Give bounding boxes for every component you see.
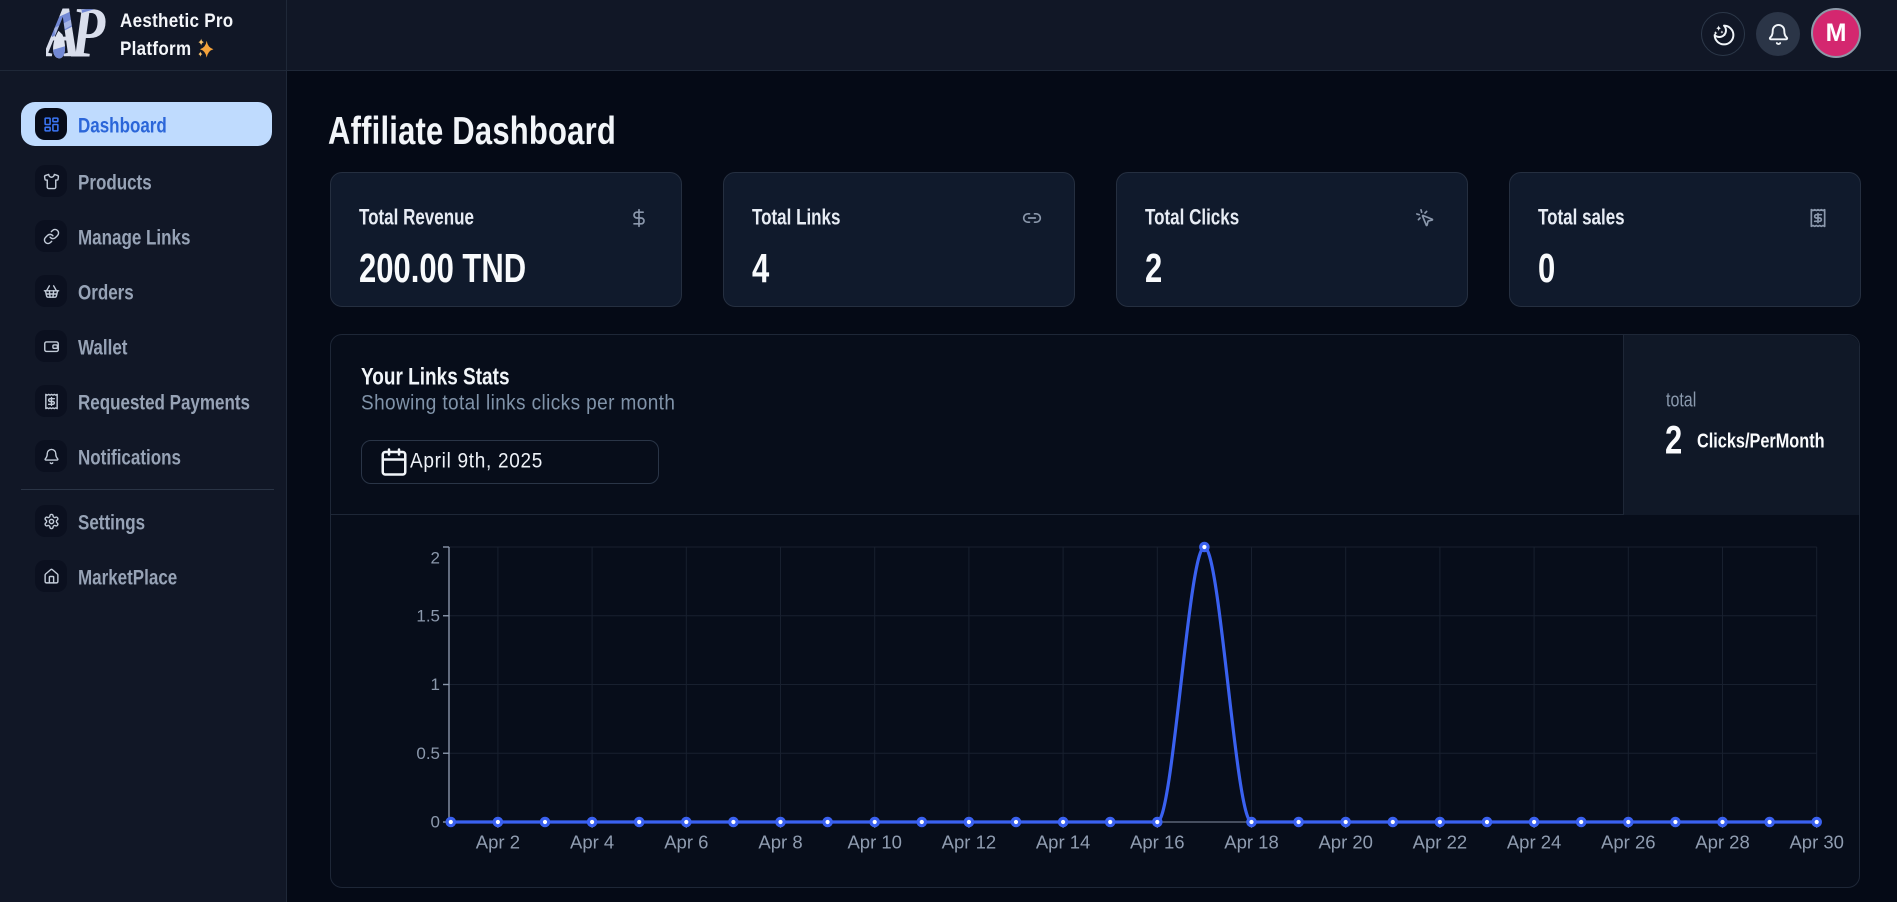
svg-text:Apr 24: Apr 24 <box>1507 832 1562 853</box>
svg-text:Apr 6: Apr 6 <box>664 832 708 853</box>
svg-text:Apr 12: Apr 12 <box>942 832 997 853</box>
svg-text:Apr 22: Apr 22 <box>1413 832 1468 853</box>
svg-text:Apr 18: Apr 18 <box>1224 832 1279 853</box>
svg-text:Apr 10: Apr 10 <box>847 832 902 853</box>
svg-text:Apr 16: Apr 16 <box>1130 832 1185 853</box>
svg-text:2: 2 <box>431 549 440 568</box>
svg-text:1.5: 1.5 <box>416 606 440 625</box>
svg-text:Apr 14: Apr 14 <box>1036 832 1091 853</box>
svg-text:Apr 28: Apr 28 <box>1695 832 1750 853</box>
svg-text:Apr 26: Apr 26 <box>1601 832 1656 853</box>
svg-text:1: 1 <box>431 675 440 694</box>
svg-text:Apr 20: Apr 20 <box>1318 832 1373 853</box>
svg-text:0.5: 0.5 <box>416 744 440 763</box>
svg-text:Apr 8: Apr 8 <box>758 832 802 853</box>
svg-text:Apr 4: Apr 4 <box>570 832 614 853</box>
svg-text:0: 0 <box>431 813 440 832</box>
svg-text:Apr 30: Apr 30 <box>1789 832 1844 853</box>
svg-text:Apr 2: Apr 2 <box>476 832 520 853</box>
